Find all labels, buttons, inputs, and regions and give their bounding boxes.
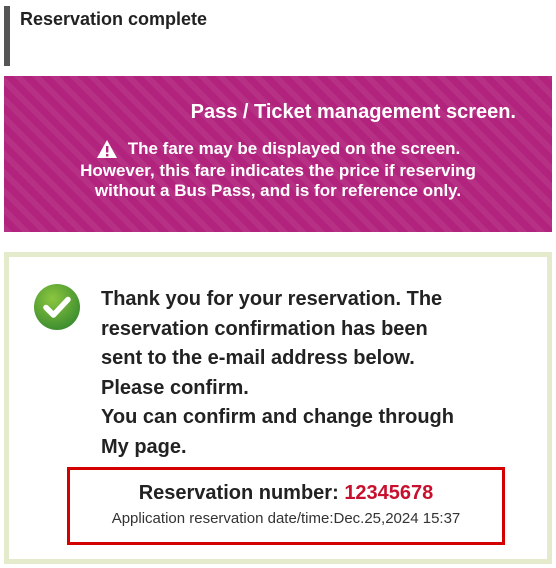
reservation-complete-page: Reservation complete Pass / Ticket manag… bbox=[0, 0, 556, 568]
warning-icon bbox=[96, 139, 118, 159]
application-datetime-line: Application reservation date/time:Dec.25… bbox=[70, 509, 502, 529]
warning-text: The fare may be displayed on the screen. bbox=[127, 139, 461, 158]
notice-line-3: without a Bus Pass, and is for reference… bbox=[94, 181, 462, 200]
reservation-number-box: Reservation number: 12345678 Application… bbox=[67, 467, 505, 545]
message-line: My page. bbox=[101, 435, 187, 458]
application-datetime-value: Dec.25,2024 15:37 bbox=[333, 510, 461, 527]
reservation-number-label: Reservation number: bbox=[138, 482, 339, 504]
message-line: reservation confirmation has been bbox=[101, 317, 428, 340]
reservation-number-line: Reservation number: 12345678 bbox=[70, 480, 502, 506]
confirmation-panel: Thank you for your reservation. The rese… bbox=[4, 252, 552, 564]
message-line: Please confirm. bbox=[101, 376, 249, 399]
message-line: Thank you for your reservation. The bbox=[101, 288, 443, 310]
notice-body: The fare may be displayed on the screen.… bbox=[4, 139, 552, 201]
message-line: You can confirm and change through bbox=[101, 406, 454, 428]
thank-you-message: Thank you for your reservation. The rese… bbox=[101, 285, 531, 462]
message-line: sent to the e-mail address below. bbox=[101, 347, 415, 369]
page-title: Reservation complete bbox=[20, 9, 208, 29]
page-heading: Reservation complete bbox=[4, 6, 544, 66]
notice-line-2: However, this fare indicates the price i… bbox=[80, 161, 476, 180]
application-datetime-label: Application reservation date/time: bbox=[111, 510, 334, 527]
reservation-number-value: 12345678 bbox=[344, 482, 434, 504]
notice-title: Pass / Ticket management screen. bbox=[190, 101, 516, 123]
warning-line: The fare may be displayed on the screen. bbox=[4, 139, 552, 159]
fare-notice-banner: Pass / Ticket management screen. The far… bbox=[4, 76, 552, 232]
check-circle-icon bbox=[33, 283, 81, 331]
